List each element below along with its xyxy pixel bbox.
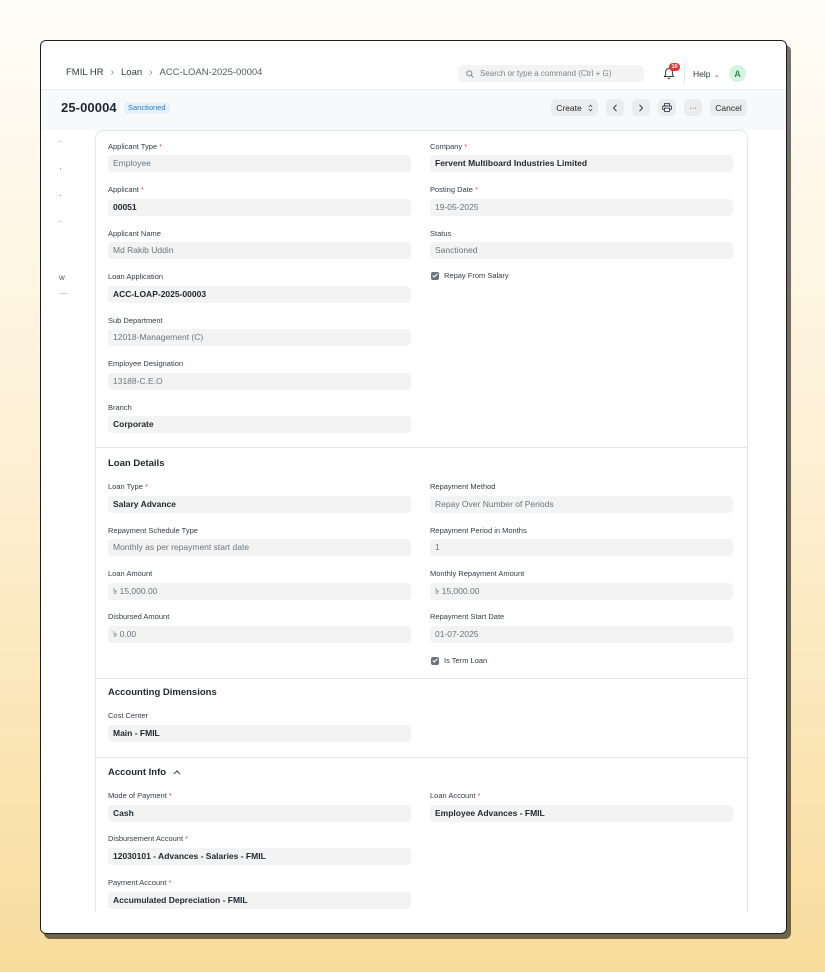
cancel-button[interactable]: Cancel bbox=[710, 99, 747, 116]
employee-designation-label: Employee Designation bbox=[108, 359, 184, 368]
disbursed-amount-label: Disbursed Amount bbox=[108, 612, 170, 621]
company-field[interactable]: Fervent Multiboard Industries Limited bbox=[430, 155, 733, 172]
mode-of-payment-field[interactable]: Cash bbox=[108, 805, 411, 822]
repayment-schedule-type-label: Repayment Schedule Type bbox=[108, 526, 198, 535]
repayment-schedule-type-field: Monthly as per repayment start date bbox=[108, 539, 411, 556]
applicant-type-field[interactable]: Employee bbox=[108, 155, 411, 172]
breadcrumb-item-loan[interactable]: Loan bbox=[121, 67, 142, 78]
navbar-divider bbox=[684, 65, 685, 83]
is-term-loan-checkbox[interactable]: Is Term Loan bbox=[431, 656, 487, 665]
cost-center-field[interactable]: Main - FMIL bbox=[108, 725, 411, 742]
applicant-field[interactable]: 00051 bbox=[108, 199, 411, 216]
status-label: Status bbox=[430, 229, 452, 238]
sidebar-tick: · bbox=[59, 217, 62, 226]
applicant-name-field: Md Rakib Uddin bbox=[108, 242, 411, 259]
app-window: FMIL HR › Loan › ACC-LOAN-2025-00004 Sea… bbox=[40, 40, 787, 934]
section-divider bbox=[95, 678, 748, 679]
loan-account-field[interactable]: Employee Advances - FMIL bbox=[430, 805, 733, 822]
disbursement-account-label: Disbursement Account * bbox=[108, 834, 189, 843]
disbursement-account-field[interactable]: 12030101 - Advances - Salaries - FMIL bbox=[108, 848, 411, 865]
accounting-dimensions-heading: Accounting Dimensions bbox=[108, 687, 217, 698]
repay-from-salary-checkbox[interactable]: Repay From Salary bbox=[431, 271, 509, 280]
breadcrumb: FMIL HR › Loan › ACC-LOAN-2025-00004 bbox=[66, 67, 262, 78]
loan-application-field[interactable]: ACC-LOAP-2025-00003 bbox=[108, 286, 411, 303]
loan-amount-field: ৳ 15,000.00 bbox=[108, 583, 411, 600]
previous-button[interactable] bbox=[606, 99, 624, 116]
breadcrumb-item-current: ACC-LOAN-2025-00004 bbox=[159, 67, 263, 78]
checkbox-checked-icon bbox=[431, 656, 439, 665]
chevron-right-icon bbox=[638, 103, 644, 112]
chevron-left-icon bbox=[612, 103, 618, 112]
status-field: Sanctioned bbox=[430, 242, 733, 259]
payment-account-label: Payment Account * bbox=[108, 878, 172, 887]
is-term-loan-label: Is Term Loan bbox=[444, 656, 488, 665]
company-label: Company * bbox=[430, 142, 468, 151]
section-divider bbox=[95, 447, 748, 448]
create-button-label: Create bbox=[556, 102, 582, 113]
mode-of-payment-label: Mode of Payment * bbox=[108, 791, 172, 800]
printer-icon bbox=[662, 103, 672, 112]
search-icon bbox=[466, 69, 474, 78]
repayment-start-date-field: 01-07-2025 bbox=[430, 626, 733, 643]
loan-account-label: Loan Account * bbox=[430, 791, 481, 800]
sidebar-item-label[interactable]: w bbox=[59, 273, 65, 282]
repayment-method-field: Repay Over Number of Periods bbox=[430, 496, 733, 513]
sidebar-divider bbox=[59, 293, 68, 294]
repayment-period-field: 1 bbox=[430, 539, 733, 556]
notification-count-badge: 10 bbox=[669, 63, 680, 71]
top-navbar: FMIL HR › Loan › ACC-LOAN-2025-00004 Sea… bbox=[41, 41, 786, 90]
sidebar-tick: · bbox=[59, 164, 62, 173]
create-button[interactable]: Create bbox=[551, 99, 598, 116]
payment-account-field[interactable]: Accumulated Depreciation - FMIL bbox=[108, 892, 411, 909]
branch-label: Branch bbox=[108, 403, 132, 412]
repayment-start-date-label: Repayment Start Date bbox=[430, 612, 505, 621]
account-info-heading[interactable]: Account Info bbox=[108, 767, 181, 778]
repay-from-salary-label: Repay From Salary bbox=[444, 271, 509, 280]
page-title: 25-00004 bbox=[61, 100, 117, 115]
chevron-updown-icon bbox=[588, 104, 593, 112]
monthly-repayment-amount-label: Monthly Repayment Amount bbox=[430, 569, 525, 578]
scroll-cutoff bbox=[41, 912, 786, 933]
loan-type-label: Loan Type * bbox=[108, 482, 148, 491]
breadcrumb-item-fmil-hr[interactable]: FMIL HR bbox=[66, 67, 104, 78]
loan-type-field[interactable]: Salary Advance bbox=[108, 496, 411, 513]
chevron-right-icon: › bbox=[149, 67, 153, 78]
status-badge: Sanctioned bbox=[124, 102, 170, 114]
loan-details-heading: Loan Details bbox=[108, 458, 165, 469]
sidebar-tick: · bbox=[59, 137, 62, 146]
cost-center-label: Cost Center bbox=[108, 711, 149, 720]
chevron-right-icon: › bbox=[110, 67, 114, 78]
disbursed-amount-field: ৳ 0.00 bbox=[108, 626, 411, 643]
chevron-down-icon: ⌄ bbox=[713, 72, 720, 79]
user-avatar[interactable]: A bbox=[729, 65, 746, 82]
applicant-label: Applicant * bbox=[108, 185, 144, 194]
sub-department-field: 12018-Management (C) bbox=[108, 329, 411, 346]
next-button[interactable] bbox=[632, 99, 650, 116]
applicant-name-label: Applicant Name bbox=[108, 229, 161, 238]
posting-date-field[interactable]: 19-05-2025 bbox=[430, 199, 733, 216]
sidebar-tick: · bbox=[59, 191, 62, 200]
section-divider bbox=[95, 757, 748, 758]
sub-department-label: Sub Department bbox=[108, 316, 163, 325]
notifications-button[interactable]: 10 bbox=[663, 63, 680, 81]
help-dropdown[interactable]: Help ⌄ bbox=[693, 69, 720, 79]
loan-amount-label: Loan Amount bbox=[108, 569, 153, 578]
checkbox-checked-icon bbox=[431, 271, 439, 280]
loan-application-label: Loan Application bbox=[108, 272, 164, 281]
repayment-period-label: Repayment Period in Months bbox=[430, 526, 527, 535]
search-placeholder: Search or type a command (Ctrl + G) bbox=[480, 69, 612, 78]
posting-date-label: Posting Date * bbox=[430, 185, 478, 194]
monthly-repayment-amount-field: ৳ 15,000.00 bbox=[430, 583, 733, 600]
employee-designation-field: 13188-C.E.O bbox=[108, 373, 411, 390]
repayment-method-label: Repayment Method bbox=[430, 482, 496, 491]
branch-field[interactable]: Corporate bbox=[108, 416, 411, 433]
applicant-type-label: Applicant Type * bbox=[108, 142, 163, 151]
help-label: Help bbox=[693, 69, 711, 79]
chevron-up-icon[interactable] bbox=[173, 770, 181, 775]
search-input[interactable]: Search or type a command (Ctrl + G) bbox=[458, 65, 644, 82]
print-button[interactable] bbox=[658, 99, 676, 116]
more-options-button[interactable]: ··· bbox=[684, 99, 702, 116]
account-info-title: Account Info bbox=[108, 767, 167, 778]
